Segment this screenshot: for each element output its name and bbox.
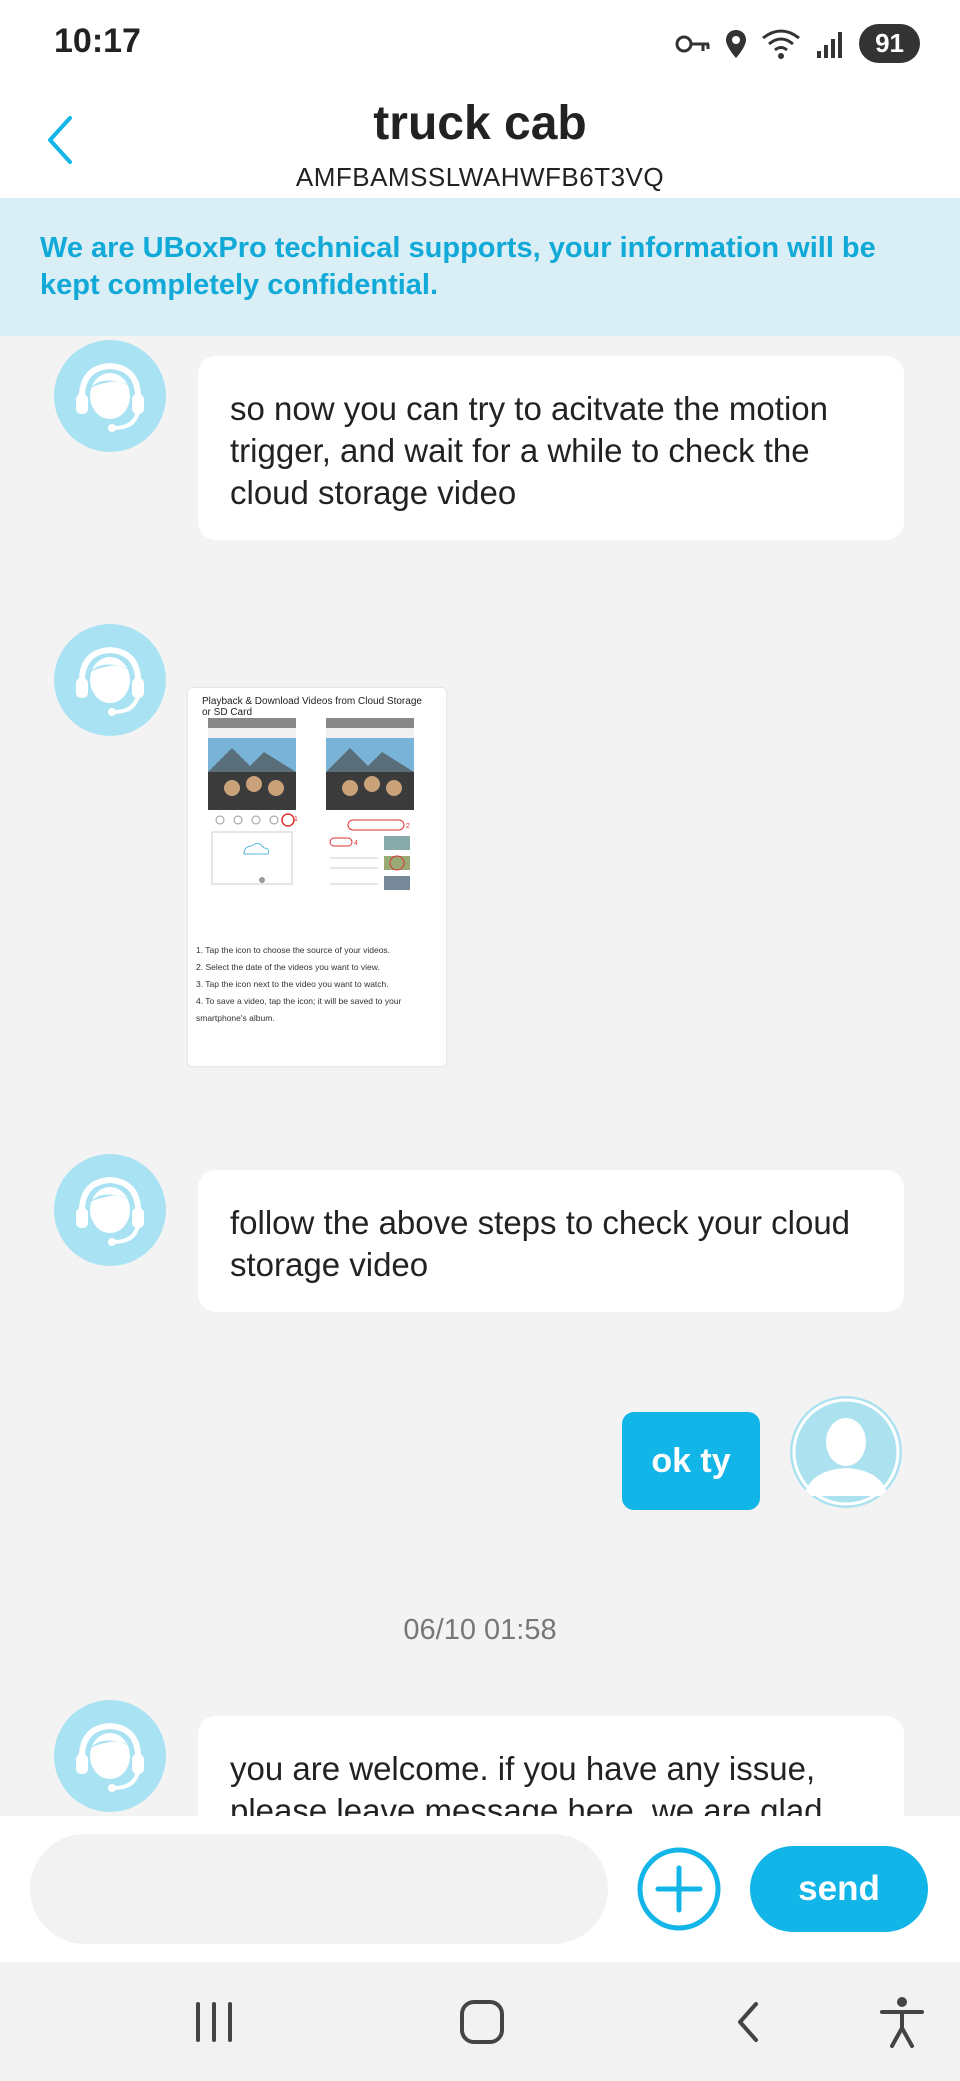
home-icon[interactable] <box>452 1992 512 2052</box>
image-message[interactable]: Playback & Download Videos from Cloud St… <box>188 688 446 1066</box>
system-nav-bar <box>0 1962 960 2081</box>
support-avatar <box>54 340 166 452</box>
headset-agent-icon <box>76 362 144 432</box>
image-step: 1. Tap the icon to choose the source of … <box>196 945 391 955</box>
my-message-bubble[interactable]: ok ty <box>622 1412 760 1510</box>
app-screenshots-illustration: 1 2 4 <box>208 718 414 890</box>
device-id: AMFBAMSSLWAHWFB6T3VQ <box>295 162 665 192</box>
chat-area[interactable]: so now you can try to acitvate the motio… <box>0 336 960 1816</box>
battery-level: 91 <box>859 24 920 63</box>
signal-icon <box>817 31 843 58</box>
status-bar: 10:17 91 <box>0 0 960 86</box>
image-step: 4. To save a video, tap the icon; it wil… <box>196 996 402 1023</box>
message-input[interactable] <box>30 1834 608 1944</box>
accessibility-icon[interactable] <box>872 1992 932 2052</box>
message-timestamp: 06/10 01:58 <box>403 1614 557 1646</box>
status-time: 10:17 <box>54 22 141 60</box>
chat-header: truck cab AMFBAMSSLWAHWFB6T3VQ <box>0 86 960 198</box>
banner-text: We are UBoxPro technical supports, your … <box>40 232 876 301</box>
plus-circle-icon[interactable] <box>636 1846 722 1932</box>
image-step: 3. Tap the icon next to the video you wa… <box>196 979 389 989</box>
wifi-icon <box>762 29 800 59</box>
headset-agent-icon <box>76 1176 144 1246</box>
location-pin-icon <box>726 29 747 58</box>
svg-text:4: 4 <box>354 840 358 847</box>
confidential-banner: We are UBoxPro technical supports, your … <box>0 198 960 336</box>
vpn-key-icon <box>675 35 710 52</box>
image-steps: 1. Tap the icon to choose the source of … <box>196 942 436 1027</box>
headset-agent-icon <box>76 646 144 716</box>
support-avatar <box>54 624 166 736</box>
back-nav-icon[interactable] <box>720 1992 780 2052</box>
svg-text:1: 1 <box>294 816 298 823</box>
svg-text:2: 2 <box>406 823 410 830</box>
message-bubble[interactable]: follow the above steps to check your clo… <box>198 1170 904 1312</box>
user-silhouette-icon <box>792 1398 900 1506</box>
recent-apps-icon[interactable] <box>184 1992 244 2052</box>
headset-agent-icon <box>76 1722 144 1792</box>
user-avatar <box>790 1396 902 1508</box>
page-title: truck cab <box>373 97 587 150</box>
support-avatar <box>54 1700 166 1812</box>
composer-bar: send <box>0 1816 960 1962</box>
status-icons: 91 <box>675 24 920 63</box>
image-title: Playback & Download Videos from Cloud St… <box>202 696 422 718</box>
support-avatar <box>54 1154 166 1266</box>
send-button[interactable]: send <box>750 1846 928 1932</box>
message-bubble[interactable]: so now you can try to acitvate the motio… <box>198 356 904 540</box>
image-step: 2. Select the date of the videos you wan… <box>196 962 380 972</box>
message-bubble[interactable]: you are welcome. if you have any issue, … <box>198 1716 904 1816</box>
